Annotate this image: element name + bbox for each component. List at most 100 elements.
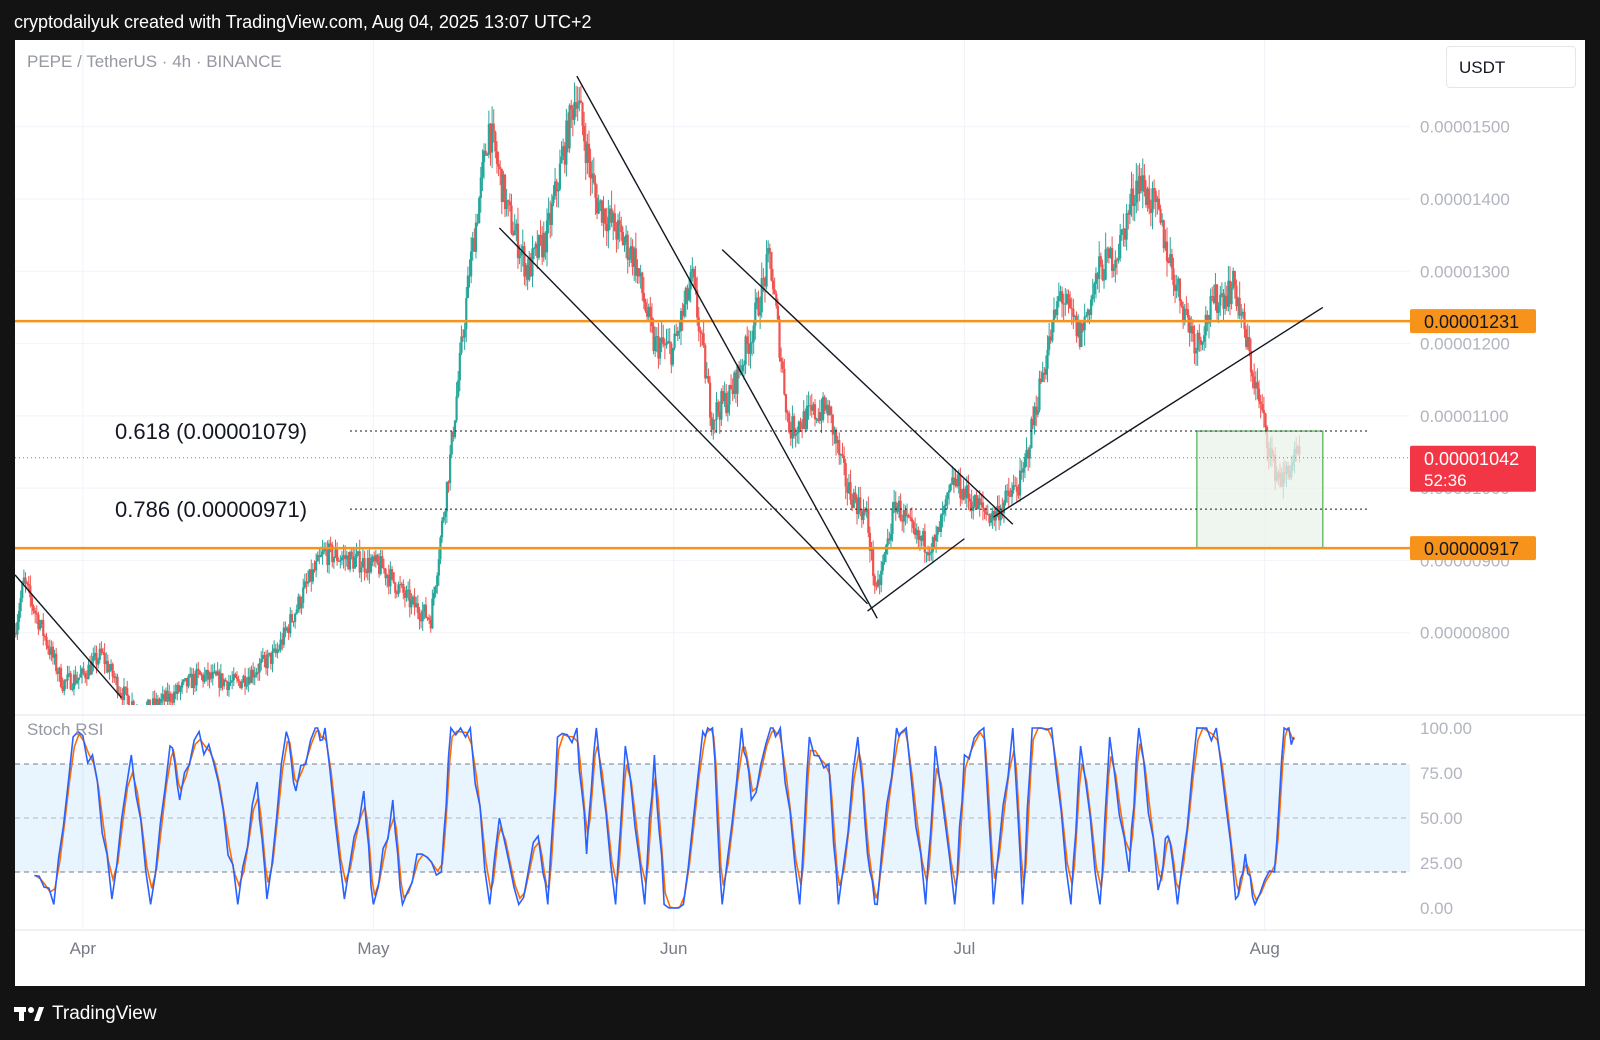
candle-up bbox=[1119, 234, 1122, 259]
candle-down bbox=[626, 234, 629, 260]
candle-down bbox=[792, 416, 796, 436]
candle-down bbox=[770, 251, 773, 281]
candle-up bbox=[671, 347, 675, 365]
candle-up bbox=[71, 688, 74, 690]
candle-up bbox=[145, 706, 147, 715]
candle-up bbox=[558, 163, 562, 190]
candle-down bbox=[402, 583, 405, 593]
candle-down bbox=[799, 421, 802, 428]
candle-down bbox=[768, 248, 771, 252]
candle-down bbox=[1172, 268, 1175, 286]
candle-down bbox=[132, 701, 135, 705]
candle-down bbox=[1256, 382, 1259, 389]
candle-up bbox=[545, 220, 549, 253]
candle-up bbox=[1183, 308, 1186, 321]
candle-down bbox=[981, 502, 985, 509]
candle-down bbox=[1067, 294, 1070, 299]
candle-down bbox=[830, 406, 833, 415]
candle-down bbox=[416, 603, 419, 613]
candle-down bbox=[842, 455, 846, 464]
candle-down bbox=[510, 205, 513, 234]
chart-canvas[interactable]: 0.618 (0.00001079) 0.786 (0.00000971) 0.00… bbox=[15, 40, 1585, 986]
candle-down bbox=[662, 337, 665, 345]
candle-up bbox=[79, 674, 82, 678]
time-tick-label: Aug bbox=[1250, 939, 1280, 958]
candle-up bbox=[136, 710, 138, 711]
candle-up bbox=[1151, 188, 1154, 213]
candle-down bbox=[418, 612, 421, 620]
candle-up bbox=[160, 698, 163, 703]
price-tick-label: 0.00000800 bbox=[1420, 624, 1510, 643]
tradingview-logo-icon bbox=[14, 1007, 44, 1021]
candle-down bbox=[579, 100, 583, 103]
candle-down bbox=[1014, 485, 1017, 487]
candle-down bbox=[778, 319, 781, 358]
candle-down bbox=[604, 208, 607, 224]
fib-level-label: 0.618 (0.00001079) bbox=[115, 419, 307, 444]
candle-up bbox=[1230, 288, 1233, 304]
candle-up bbox=[1240, 314, 1243, 316]
candle-up bbox=[187, 675, 190, 687]
candle-down bbox=[27, 583, 30, 586]
candle-down bbox=[234, 674, 237, 678]
last-price-badge-text: 0.00001042 bbox=[1424, 449, 1519, 469]
candle-down bbox=[42, 620, 45, 636]
candle-up bbox=[460, 336, 463, 353]
candle-down bbox=[899, 500, 902, 521]
candle-up bbox=[623, 242, 626, 246]
candle-up bbox=[470, 251, 473, 277]
candle-up bbox=[458, 352, 461, 381]
candle-up bbox=[271, 650, 274, 664]
candle-down bbox=[910, 518, 914, 522]
candle-down bbox=[613, 213, 616, 231]
candle-up bbox=[478, 197, 481, 224]
candle-up bbox=[941, 513, 944, 516]
candle-up bbox=[687, 289, 691, 301]
candle-up bbox=[294, 613, 297, 622]
tradingview-logo-text: TradingView bbox=[52, 1003, 157, 1024]
candle-up bbox=[628, 257, 631, 260]
candle-up bbox=[360, 567, 363, 573]
stoch-tick-label: 75.00 bbox=[1420, 764, 1463, 783]
chart-panel[interactable]: 0.618 (0.00001079) 0.786 (0.00000971) 0.00… bbox=[15, 40, 1585, 986]
candle-down bbox=[494, 131, 497, 152]
candle-up bbox=[465, 298, 468, 330]
candle-up bbox=[683, 304, 686, 317]
candle-up bbox=[203, 674, 206, 682]
candle-up bbox=[1112, 267, 1115, 271]
candle-down bbox=[26, 582, 29, 584]
candle-down bbox=[111, 664, 114, 677]
candle-down bbox=[156, 698, 159, 705]
candle-up bbox=[505, 200, 508, 210]
candle-up bbox=[928, 553, 931, 556]
price-axis: 0.000008000.000009000.000010000.00001100… bbox=[1420, 118, 1510, 643]
candle-down bbox=[141, 717, 143, 718]
candle-up bbox=[939, 515, 943, 532]
candle-down bbox=[1261, 404, 1264, 411]
candle-up bbox=[1028, 448, 1031, 459]
currency-unit-button[interactable]: USDT bbox=[1446, 46, 1576, 88]
candle-down bbox=[1259, 401, 1262, 405]
candle-up bbox=[1056, 301, 1059, 316]
candle-up bbox=[1219, 294, 1222, 306]
level-price-badge-text: 0.00001231 bbox=[1424, 312, 1519, 332]
candle-down bbox=[849, 482, 852, 501]
candle-down bbox=[499, 166, 502, 170]
candle-down bbox=[704, 345, 707, 379]
price-tick-label: 0.00001500 bbox=[1420, 118, 1510, 137]
candle-up bbox=[1117, 258, 1120, 261]
candle-up bbox=[97, 659, 100, 665]
candle-down bbox=[959, 474, 962, 499]
tradingview-logo[interactable]: TradingView bbox=[14, 1003, 157, 1025]
candle-down bbox=[780, 357, 783, 362]
candle-down bbox=[649, 306, 652, 318]
candle-up bbox=[436, 575, 439, 587]
candle-down bbox=[697, 317, 700, 332]
candle-up bbox=[1004, 490, 1007, 503]
bar-countdown-text: 52:36 bbox=[1424, 471, 1467, 490]
candle-up bbox=[883, 553, 886, 562]
target-zone-box bbox=[1196, 430, 1324, 549]
candle-up bbox=[537, 235, 541, 258]
candle-down bbox=[329, 543, 332, 545]
candle-down bbox=[717, 402, 720, 412]
